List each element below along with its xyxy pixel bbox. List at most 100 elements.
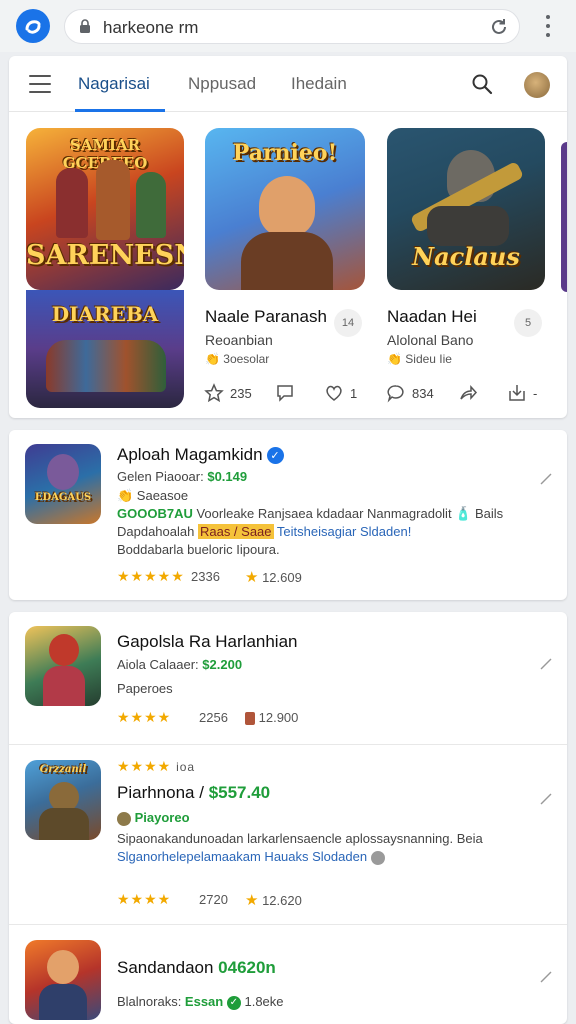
price-value: Essan <box>184 994 224 1009</box>
app-description: Sipaonakandunoadan larkarlensaencle aplo… <box>117 831 483 846</box>
app-icon-text: EDAGAUS <box>34 492 92 503</box>
price-value: $2.200 <box>202 657 243 672</box>
price-value: $0.149 <box>207 469 248 484</box>
developer-name: Piayoreo <box>134 810 190 825</box>
star-icon: ★ <box>245 892 259 909</box>
like-action[interactable]: 1 <box>324 383 357 403</box>
comment-icon <box>277 385 293 402</box>
app-icon[interactable] <box>25 626 101 706</box>
desc-link[interactable]: Slganorhelepelamaakam Hauaks Slodaden <box>117 849 367 864</box>
game-meta: 👏 Sideu Iie <box>387 352 452 366</box>
app-list-card: EDAGAUS Aploah Magamkidn ✓ Gelen Piaooar:… <box>9 430 567 600</box>
star-rating: ★★★★ <box>117 891 172 907</box>
star-rating-top: ★★★★ ioa <box>117 758 195 775</box>
card-action-button[interactable]: 14 <box>334 309 362 337</box>
download-count: ★ 12.609 <box>245 568 302 586</box>
box-icon <box>245 712 255 726</box>
lock-icon <box>79 19 91 39</box>
app-icon-art <box>43 666 85 706</box>
star-rating: ★★★★ <box>117 709 172 725</box>
star-action[interactable]: 235 <box>204 383 252 403</box>
download-count-value: 12.620 <box>262 893 302 908</box>
app-icon[interactable]: Grzzanil <box>25 760 101 840</box>
app-icon-art <box>47 454 79 490</box>
star-icon: ★ <box>245 569 259 586</box>
app-icon-art <box>47 950 79 984</box>
more-vert-icon[interactable] <box>538 12 558 40</box>
share-icon <box>460 385 478 400</box>
edit-icon[interactable] <box>539 472 553 486</box>
app-title-text: Aploah Magamkidn <box>117 445 263 464</box>
heart-icon <box>326 385 342 401</box>
game-thumbnail-sarenesn[interactable]: SAMIAR GCEREEO SARENESN <box>26 128 184 290</box>
avatar[interactable] <box>524 72 550 98</box>
tab-ihedain[interactable]: Ihedain <box>291 74 347 94</box>
hero-figure <box>56 168 88 238</box>
hero-figure <box>96 160 130 240</box>
game-title[interactable]: Naale Paranash <box>205 307 327 327</box>
tab-nagarisai[interactable]: Nagarisai <box>78 74 150 94</box>
app-icon[interactable] <box>25 940 101 1020</box>
star-count: 235 <box>230 385 252 401</box>
edit-icon[interactable] <box>539 970 553 984</box>
chat-bubble-icon <box>387 385 404 403</box>
reload-icon[interactable] <box>489 17 509 42</box>
app-icon-art <box>49 634 79 666</box>
app-title[interactable]: Sandandaon 04620n <box>117 958 276 978</box>
app-description-2: Dapdahoalah Raas / Saae Teitsheisagiar S… <box>117 524 411 539</box>
app-icon-art <box>39 808 89 840</box>
app-list-card: Gapolsla Ra Harlanhian Aiola Calaaer: $2… <box>9 612 567 1024</box>
hero-body <box>241 232 333 290</box>
thumbnail-logo-text: DIAREBA <box>51 302 159 326</box>
star-rating: ★★★★★ <box>117 568 185 584</box>
stars: ★★★★ <box>117 758 172 774</box>
app-title[interactable]: Gapolsla Ra Harlanhian <box>117 632 298 652</box>
comment-action[interactable] <box>275 383 295 403</box>
price-label: Aiola Calaaer: <box>117 657 203 672</box>
search-icon[interactable] <box>471 73 493 100</box>
price-label: Blalnoraks: <box>117 994 185 1009</box>
app-logo-icon[interactable] <box>16 9 50 43</box>
row-divider <box>9 744 567 745</box>
app-developer: Piayoreo <box>117 810 190 826</box>
active-tab-indicator <box>75 109 165 112</box>
price-label: Gelen Piaooar: <box>117 469 208 484</box>
app-price-line: Gelen Piaooar: $0.149 <box>117 469 247 484</box>
app-title[interactable]: Piarhnona / $557.40 <box>117 783 270 803</box>
tag-badges: Raas / Saae <box>197 524 274 539</box>
top-nav: Nagarisai Nppusad Ihedain <box>9 56 567 112</box>
share-action[interactable] <box>458 383 478 403</box>
hero-figure <box>136 172 166 238</box>
menu-icon[interactable] <box>29 75 51 93</box>
app-price-line: Aiola Calaaer: $2.200 <box>117 657 242 672</box>
game-title[interactable]: Naadan Hei <box>387 307 477 327</box>
next-thumbnail-peek <box>561 142 567 292</box>
game-thumbnail-parnieo[interactable]: Parnieo! <box>205 128 365 290</box>
developer-avatar <box>117 811 131 826</box>
app-price-line: Blalnoraks: Essan ✓ 1.8eke <box>117 994 284 1010</box>
thumbnail-logo-text: SARENESN <box>26 240 184 271</box>
gear-icon <box>370 850 385 865</box>
rating-count: 2720 <box>199 892 228 907</box>
download-count-value: 12.900 <box>258 710 299 725</box>
edit-icon[interactable] <box>539 657 553 671</box>
download-count: 12.900 <box>245 710 299 726</box>
rating-count: 2336 <box>191 569 220 584</box>
app-title-text: Sandandaon <box>117 958 219 977</box>
game-thumbnail-diareba[interactable]: DIAREBA <box>26 290 184 408</box>
game-thumbnail-naclaus[interactable]: Naclaus <box>387 128 545 290</box>
edit-icon[interactable] <box>539 792 553 806</box>
featured-card: Nagarisai Nppusad Ihedain SAMIAR GCEREEO… <box>9 56 567 418</box>
address-bar[interactable]: harkeone rm <box>64 9 520 44</box>
app-icon[interactable]: EDAGAUS <box>25 444 101 524</box>
app-developer: 👏 Saeasoe <box>117 488 189 503</box>
thumbnail-logo-text: Parnieo! <box>232 140 338 166</box>
tab-nppusad[interactable]: Nppusad <box>188 74 256 94</box>
download-action[interactable]: - <box>507 383 537 403</box>
download-count: ★ 12.620 <box>245 891 302 909</box>
chat-action[interactable]: 834 <box>386 383 434 403</box>
card-action-button[interactable]: 5 <box>514 309 542 337</box>
app-title[interactable]: Aploah Magamkidn ✓ <box>117 445 284 465</box>
desc-link[interactable]: Teitsheisagiar Sldaden! <box>274 524 411 539</box>
warrior-body <box>427 206 509 246</box>
